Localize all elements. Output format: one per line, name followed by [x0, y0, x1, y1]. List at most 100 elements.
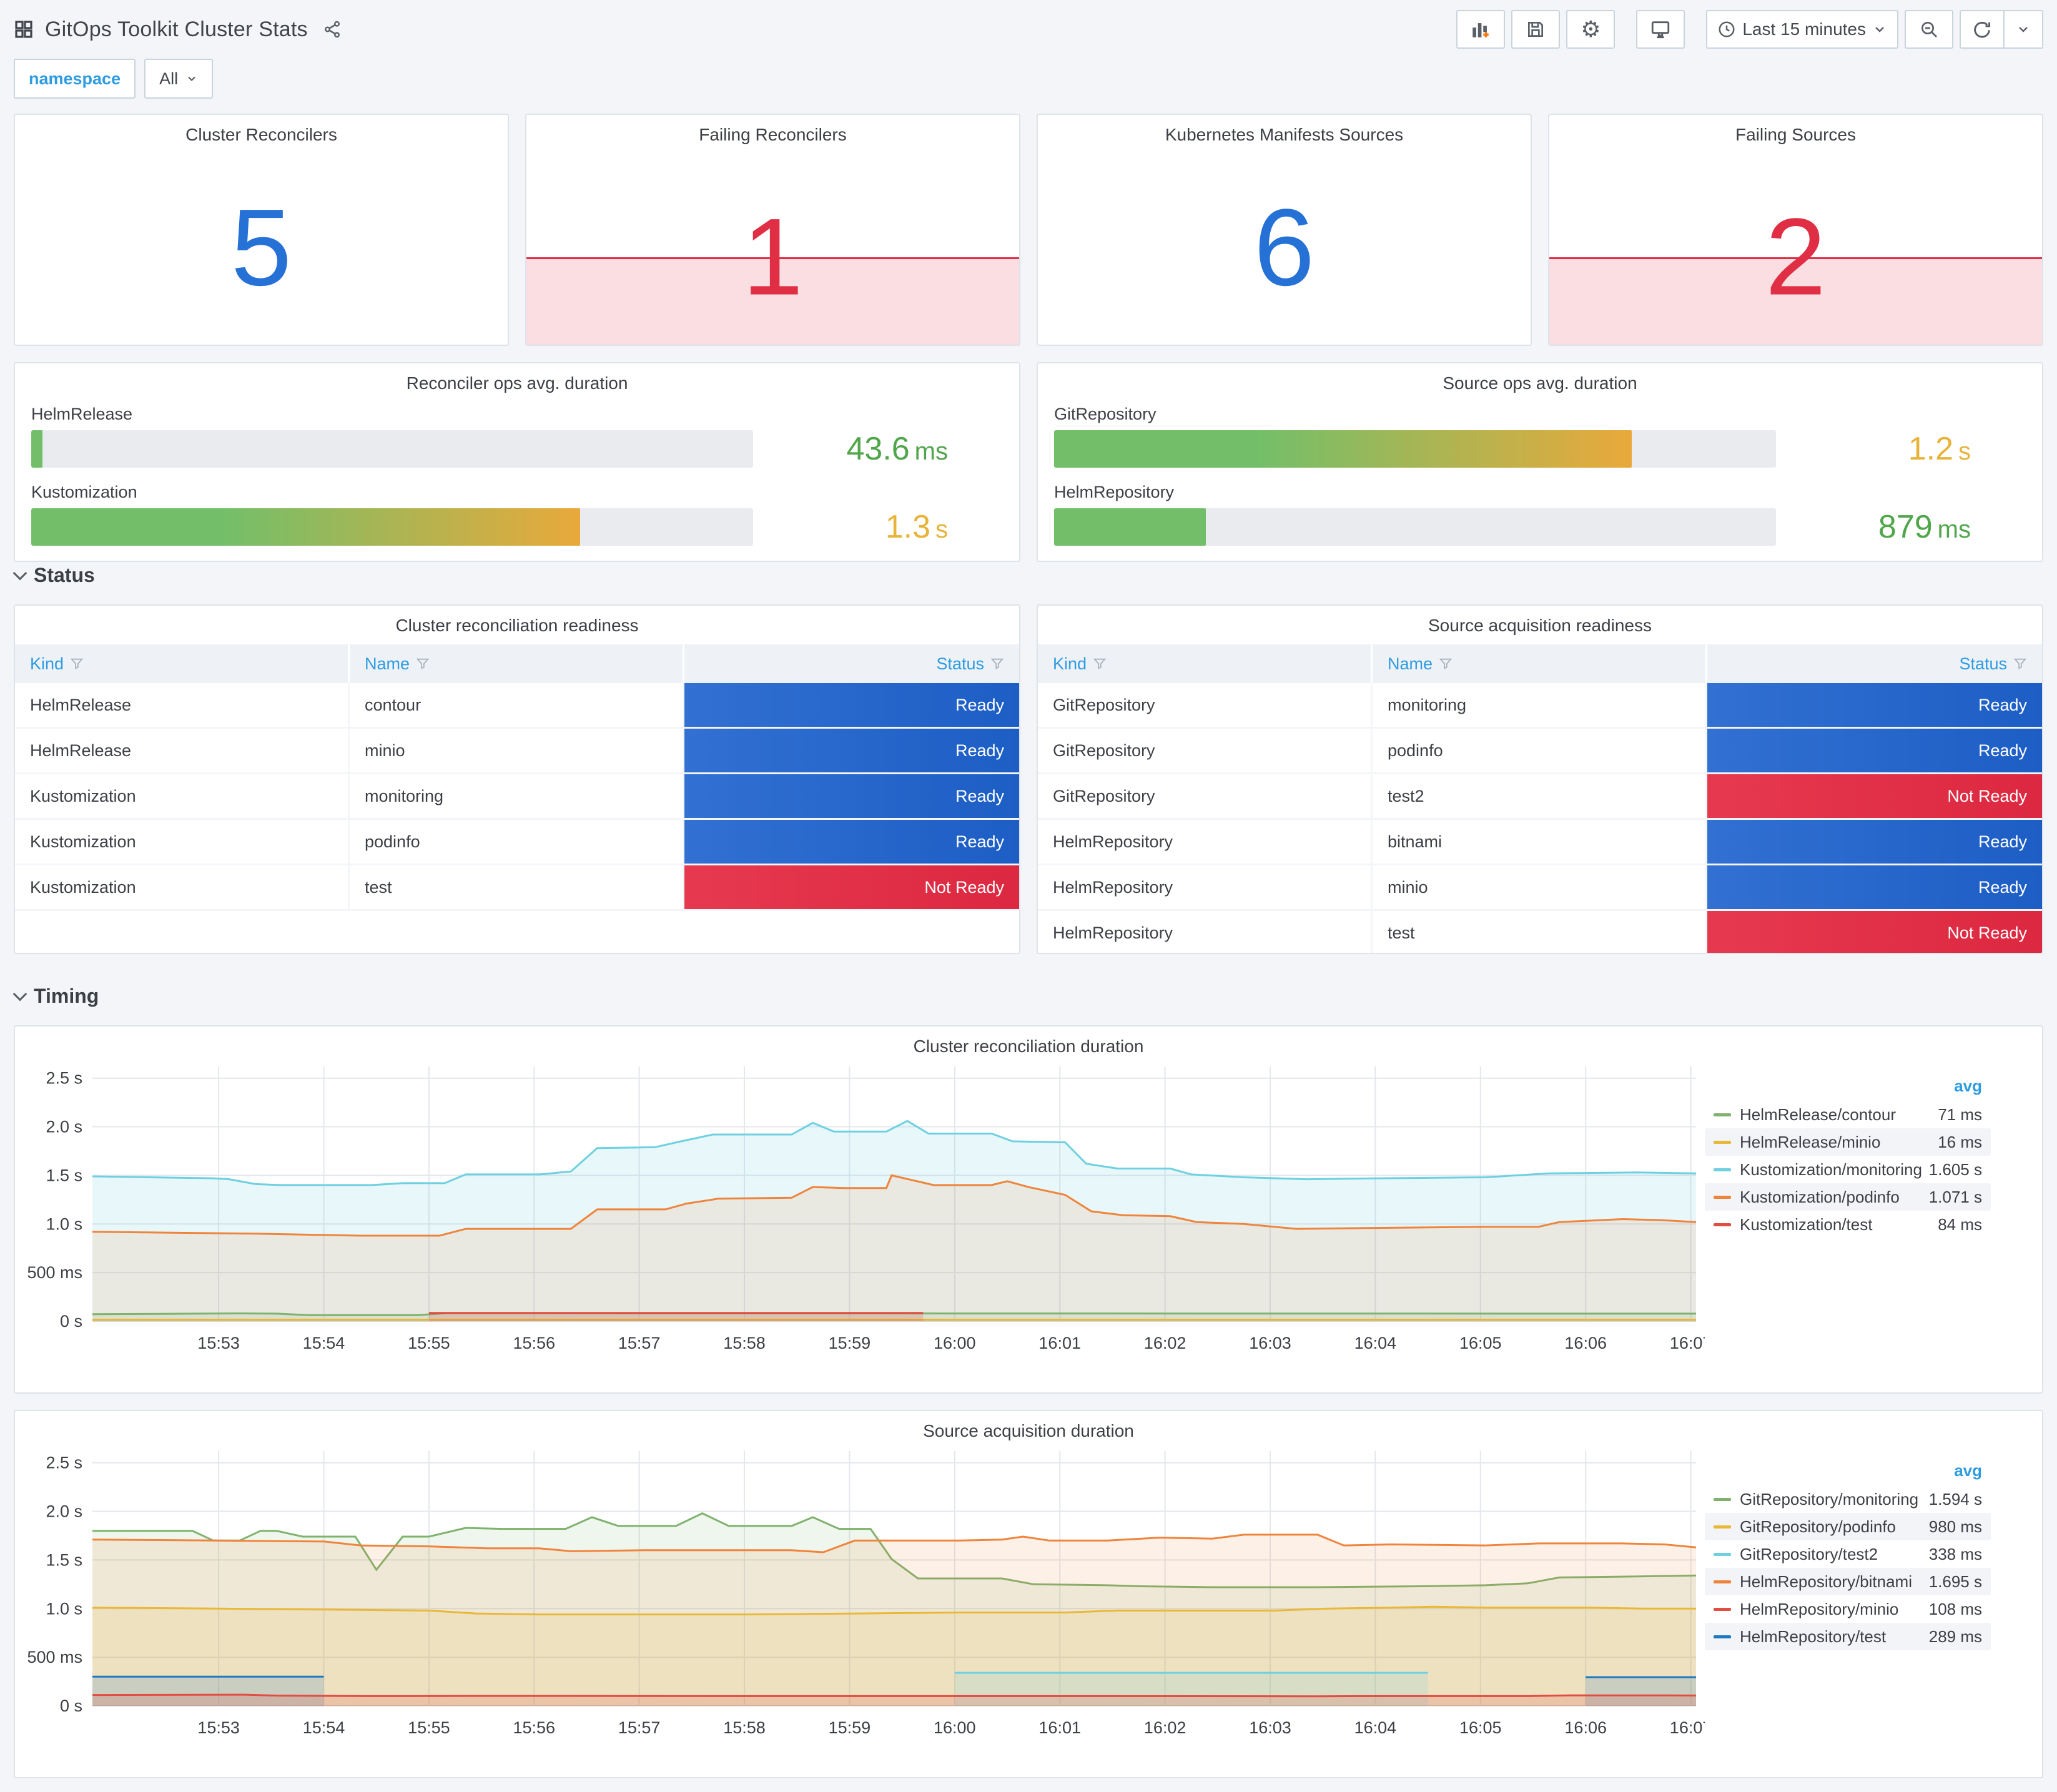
- bar-gauge: HelmRelease 43.6 ms: [31, 405, 1003, 468]
- panel-source-acquisition-duration: Source acquisition duration 0 s 500 ms 1.0…: [14, 1410, 2043, 1778]
- filter-icon[interactable]: [416, 657, 430, 671]
- section-timing-toggle[interactable]: Timing: [12, 980, 2043, 1012]
- legend-avg-header[interactable]: avg: [1705, 1461, 1991, 1485]
- table-row: Kustomization test Not Ready: [15, 865, 1019, 911]
- filter-icon[interactable]: [70, 657, 84, 671]
- table-row: HelmRepository bitnami Ready: [1038, 820, 2042, 865]
- legend-series-name[interactable]: GitRepository/test2: [1740, 1545, 1901, 1564]
- legend-series-value: 1.605 s: [1928, 1159, 1982, 1179]
- panel-title[interactable]: Source ops avg. duration: [1038, 363, 2042, 393]
- time-series-plot[interactable]: 0 s 500 ms 1.0 s 1.5 s 2.0 s 2.5 s 15:53 15:54 1…: [19, 1060, 1712, 1359]
- panel-title[interactable]: Kubernetes Manifests Sources: [1038, 115, 1531, 145]
- legend-series-name[interactable]: GitRepository/podinfo: [1740, 1517, 1901, 1537]
- bar-gauge: Kustomization 1.3 s: [31, 483, 1003, 546]
- svg-text:15:55: 15:55: [408, 1718, 450, 1737]
- panel-title[interactable]: Cluster reconciliation duration: [15, 1026, 2042, 1056]
- gear-icon: ⚙: [1581, 16, 1601, 42]
- panel-title[interactable]: Failing Sources: [1549, 115, 2042, 145]
- column-header-status[interactable]: Status: [1707, 644, 2042, 683]
- panel-title[interactable]: Cluster Reconcilers: [15, 115, 508, 145]
- legend-item: HelmRepository/minio 108 ms: [1705, 1595, 1991, 1623]
- gauge-track: [31, 430, 753, 468]
- time-range-picker[interactable]: Last 15 minutes: [1706, 10, 1898, 49]
- table-row: Kustomization monitoring Ready: [15, 774, 1019, 820]
- svg-text:15:54: 15:54: [303, 1718, 345, 1737]
- svg-text:16:04: 16:04: [1354, 1718, 1397, 1737]
- gauge-value: 1.3 s: [885, 509, 948, 545]
- dashboard-settings-button[interactable]: ⚙: [1566, 10, 1616, 49]
- legend-series-name[interactable]: Kustomization/test: [1740, 1215, 1901, 1234]
- svg-text:16:02: 16:02: [1144, 1334, 1186, 1352]
- svg-text:16:07: 16:07: [1670, 1334, 1705, 1352]
- status-badge: Ready: [684, 729, 1019, 772]
- legend-series-name[interactable]: Kustomization/podinfo: [1740, 1188, 1901, 1207]
- column-header-name[interactable]: Name: [350, 644, 684, 683]
- svg-text:16:06: 16:06: [1564, 1718, 1607, 1737]
- legend-series-name[interactable]: HelmRelease/minio: [1740, 1133, 1901, 1152]
- column-header-kind[interactable]: Kind: [15, 644, 350, 683]
- legend-series-name[interactable]: HelmRepository/bitnami: [1740, 1572, 1912, 1592]
- section-status-toggle[interactable]: Status: [12, 559, 2043, 591]
- filter-icon[interactable]: [2013, 657, 2027, 671]
- gauge-track: [1054, 430, 1776, 468]
- legend-series-name[interactable]: GitRepository/monitoring: [1740, 1490, 1918, 1509]
- svg-text:15:53: 15:53: [197, 1334, 240, 1352]
- legend-series-name[interactable]: HelmRepository/test: [1740, 1627, 1901, 1647]
- series-color-swatch: [1714, 1497, 1731, 1501]
- zoom-out-button[interactable]: [1905, 10, 1953, 49]
- table-row: HelmRepository test Not Ready: [1038, 911, 2042, 953]
- time-series-plot[interactable]: 0 s 500 ms 1.0 s 1.5 s 2.0 s 2.5 s 15:53 15:54 1…: [19, 1445, 1712, 1744]
- panel-title[interactable]: Reconciler ops avg. duration: [15, 363, 1019, 393]
- share-icon[interactable]: [323, 20, 342, 39]
- tv-kiosk-button[interactable]: [1636, 10, 1685, 49]
- column-header-name[interactable]: Name: [1373, 644, 1707, 683]
- panel-title[interactable]: Source acquisition duration: [15, 1411, 2042, 1441]
- legend-series-value: 1.071 s: [1928, 1187, 1982, 1206]
- legend-item: GitRepository/podinfo 980 ms: [1705, 1513, 1991, 1540]
- svg-text:16:06: 16:06: [1564, 1334, 1607, 1352]
- series-color-swatch: [1714, 1525, 1731, 1529]
- cell-kind: GitRepository: [1038, 729, 1373, 772]
- column-header-status[interactable]: Status: [684, 644, 1019, 683]
- svg-text:16:07: 16:07: [1670, 1718, 1705, 1737]
- svg-text:15:58: 15:58: [723, 1718, 766, 1737]
- cell-kind: Kustomization: [15, 820, 350, 864]
- legend-series-value: 71 ms: [1938, 1105, 1982, 1124]
- save-dashboard-button[interactable]: [1511, 10, 1561, 49]
- filter-icon[interactable]: [1093, 657, 1107, 671]
- filter-icon[interactable]: [990, 657, 1004, 671]
- legend-series-name[interactable]: HelmRelease/contour: [1740, 1105, 1901, 1125]
- cell-name: podinfo: [350, 820, 684, 864]
- variable-namespace-value-dropdown[interactable]: All: [144, 59, 214, 99]
- filter-icon[interactable]: [1439, 657, 1453, 671]
- gauge-fill: [1054, 430, 1632, 468]
- svg-text:16:01: 16:01: [1038, 1334, 1081, 1352]
- legend-series-name[interactable]: Kustomization/monitoring: [1740, 1160, 1922, 1179]
- legend-series-value: 1.695 s: [1928, 1572, 1982, 1591]
- table-row: GitRepository test2 Not Ready: [1038, 774, 2042, 820]
- svg-text:15:55: 15:55: [408, 1334, 450, 1352]
- svg-text:15:56: 15:56: [513, 1718, 556, 1737]
- gauge-fill: [31, 508, 580, 546]
- panel-title[interactable]: Source acquisition readiness: [1038, 606, 2042, 636]
- legend-avg-header[interactable]: avg: [1705, 1076, 1991, 1101]
- stat-value: 1: [742, 196, 804, 318]
- column-header-kind[interactable]: Kind: [1038, 644, 1373, 683]
- legend-series-name[interactable]: HelmRepository/minio: [1740, 1600, 1901, 1619]
- legend-item: HelmRepository/test 289 ms: [1705, 1623, 1991, 1650]
- cell-kind: Kustomization: [15, 774, 350, 818]
- panel-title[interactable]: Cluster reconciliation readiness: [15, 606, 1019, 636]
- panel-title[interactable]: Failing Reconcilers: [526, 115, 1019, 145]
- refresh-interval-dropdown[interactable]: [2003, 11, 2042, 47]
- refresh-button[interactable]: [1961, 11, 2003, 47]
- status-badge: Ready: [1707, 683, 2042, 727]
- add-panel-button[interactable]: [1456, 10, 1506, 49]
- status-badge: Ready: [1707, 820, 2042, 864]
- svg-text:0 s: 0 s: [60, 1312, 82, 1331]
- svg-text:16:00: 16:00: [934, 1334, 976, 1352]
- gauge-label: HelmRepository: [1054, 483, 1175, 501]
- series-color-swatch: [1714, 1140, 1731, 1144]
- stat-panels-row: Cluster Reconcilers 5 Failing Reconcilers 1…: [14, 114, 2043, 346]
- series-color-swatch: [1714, 1168, 1731, 1171]
- svg-text:2.0 s: 2.0 s: [46, 1118, 82, 1136]
